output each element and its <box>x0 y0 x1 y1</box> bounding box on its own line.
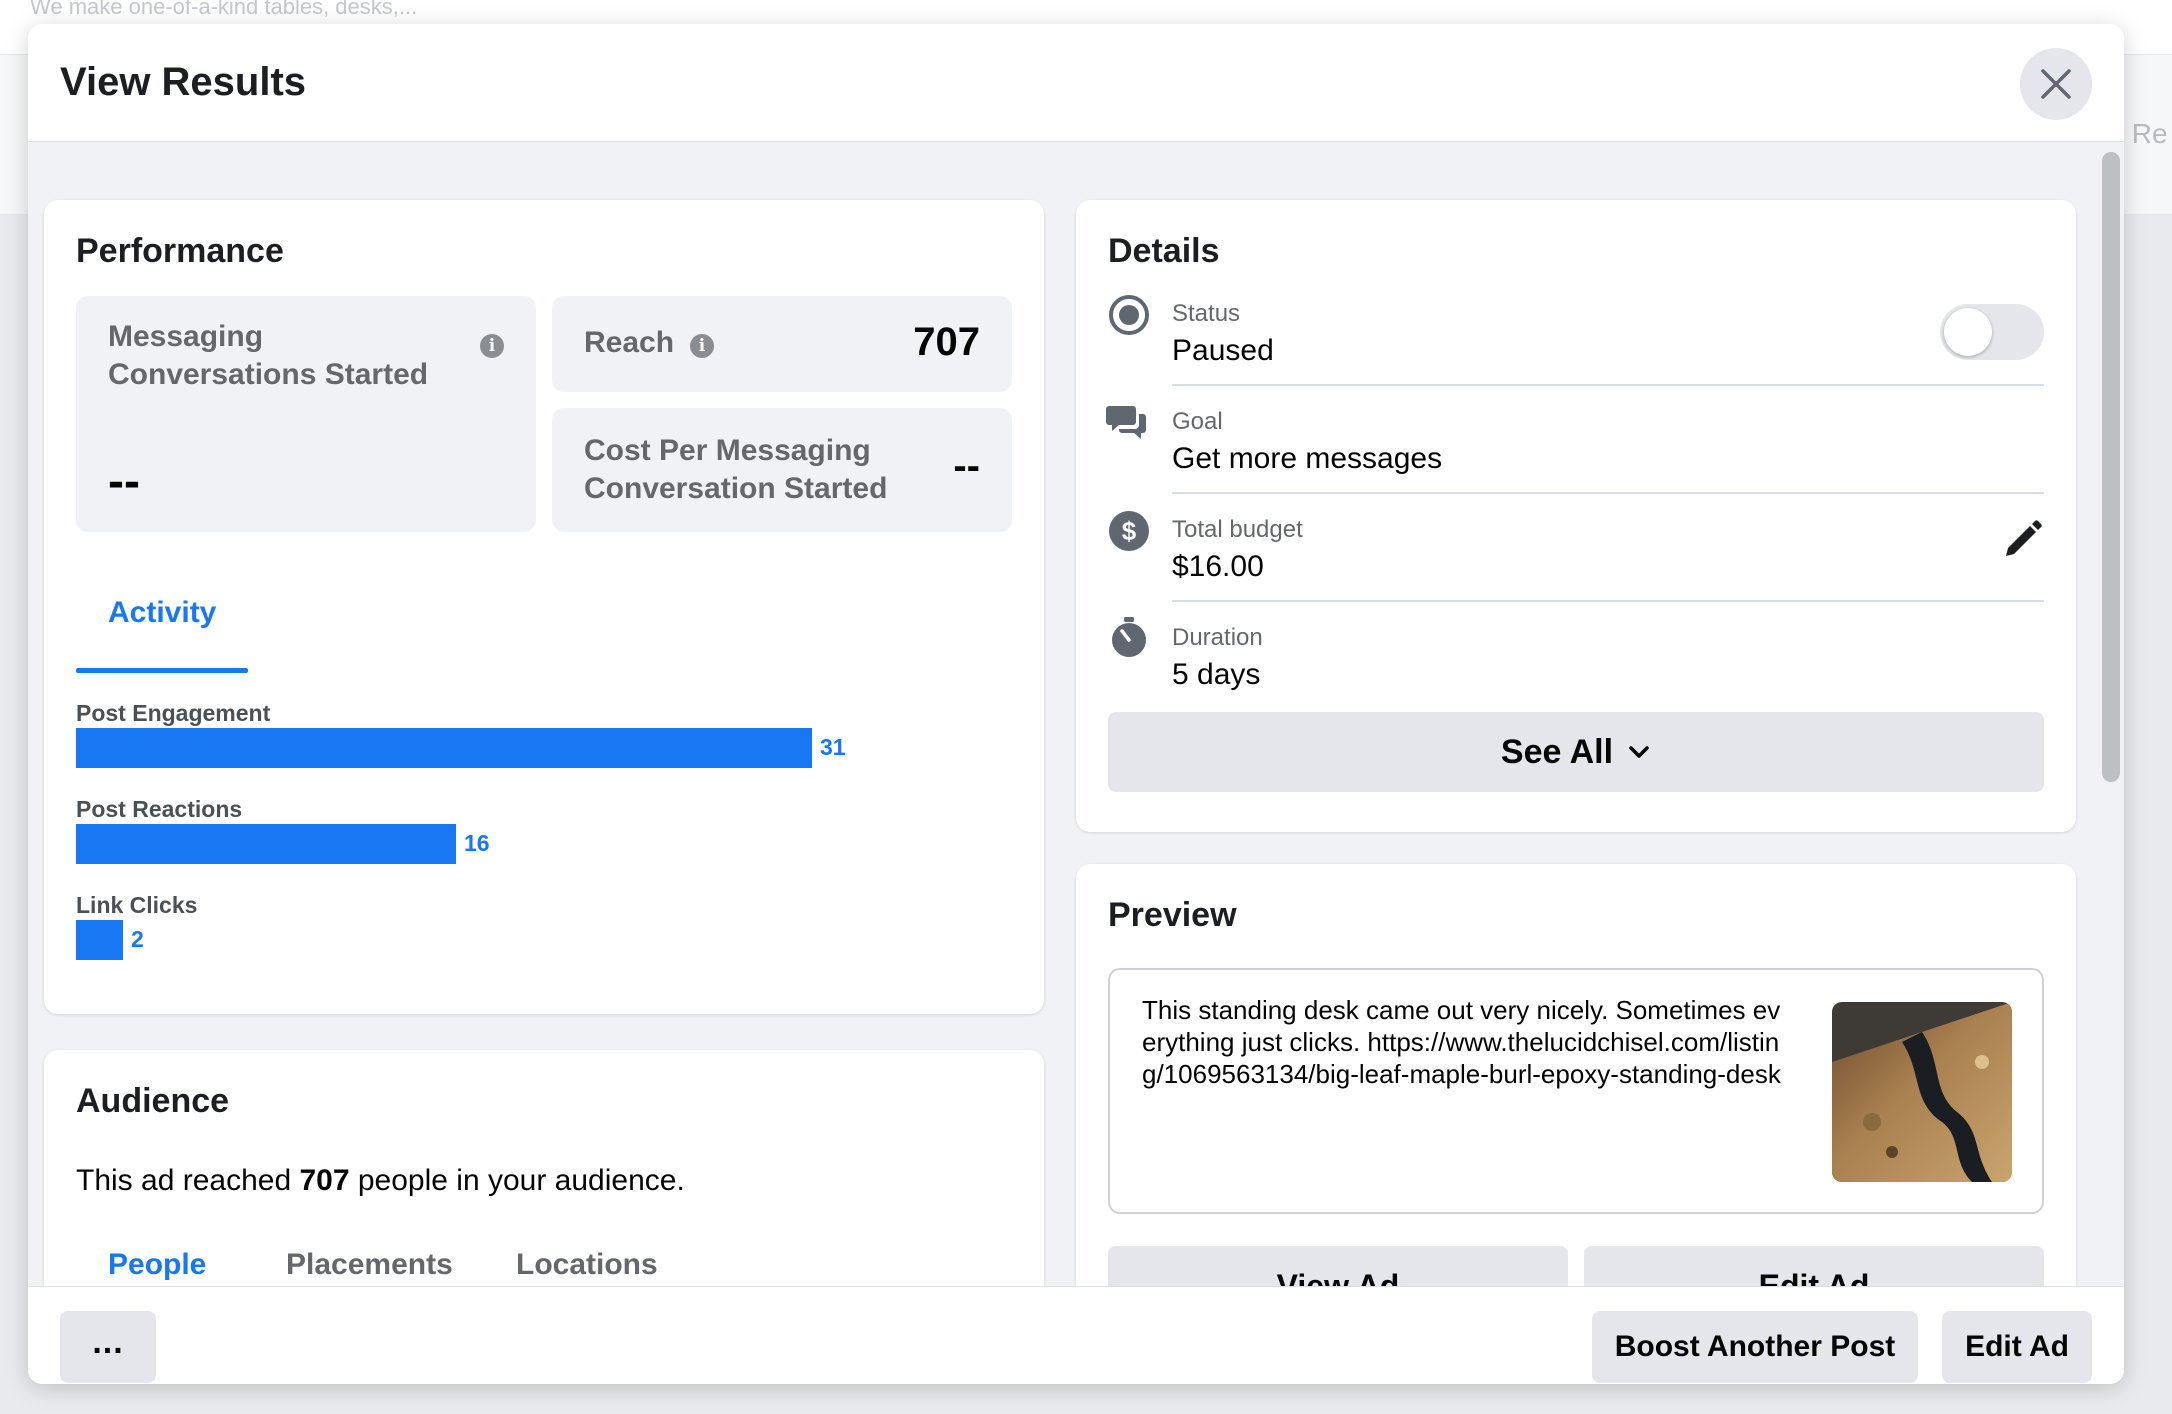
metric-value: -- <box>108 455 140 508</box>
details-card: Details Status Paused Goal Get more mess… <box>1076 200 2076 832</box>
bar-label: Link Clicks <box>76 892 198 918</box>
metric-messaging-conversations: Messaging Conversations Started i -- <box>76 296 536 532</box>
vertical-scrollbar[interactable] <box>2102 152 2120 782</box>
divider <box>1172 600 2044 602</box>
audience-card: Audience This ad reached 707 people in y… <box>44 1050 1044 1286</box>
svg-text:$: $ <box>1122 516 1137 546</box>
bar[interactable] <box>76 728 812 768</box>
dialog-title: View Results <box>60 60 307 104</box>
preview-card: Preview This standing desk came out very… <box>1076 864 2076 1286</box>
duration-value: 5 days <box>1172 658 1261 691</box>
performance-card: Performance Messaging Conversations Star… <box>44 200 1044 1014</box>
budget-value: $16.00 <box>1172 550 1264 583</box>
dialog-header: View Results <box>28 24 2124 142</box>
dollar-icon: $ <box>1109 511 1149 551</box>
bar-value-label: 31 <box>820 734 846 760</box>
metric-label: Reach <box>584 326 675 359</box>
ad-preview-image <box>1832 1002 2012 1182</box>
status-value: Paused <box>1172 334 1274 367</box>
info-icon[interactable]: i <box>480 334 504 358</box>
status-radio-icon <box>1109 295 1149 335</box>
preview-title: Preview <box>1108 896 1237 934</box>
details-title: Details <box>1108 232 1220 270</box>
goal-value: Get more messages <box>1172 442 1443 475</box>
edit-ad-label: Edit Ad <box>1965 1330 2069 1363</box>
status-toggle[interactable] <box>1940 304 2044 360</box>
tab-activity[interactable]: Activity <box>108 596 216 630</box>
view-results-dialog: View Results Performance Messaging Conve… <box>28 24 2124 1384</box>
view-ad-button[interactable]: View Ad <box>1108 1246 1568 1286</box>
status-label: Status <box>1172 300 1241 327</box>
edit-ad-preview-label: Edit Ad <box>1758 1268 1870 1286</box>
boost-another-post-label: Boost Another Post <box>1614 1330 1896 1363</box>
toggle-knob <box>1944 308 1992 356</box>
divider <box>1172 384 2044 386</box>
dialog-footer: ... Boost Another Post Edit Ad <box>28 1286 2124 1384</box>
goal-label: Goal <box>1172 408 1223 435</box>
standing-desk-thumbnail <box>1832 1002 2012 1182</box>
tab-people[interactable]: People <box>108 1248 206 1282</box>
background-page-description: We make one-of-a-kind tables, desks,... <box>30 0 418 19</box>
ad-preview[interactable]: This standing desk came out very nicely.… <box>1108 968 2044 1214</box>
metric-value: -- <box>953 444 980 488</box>
close-button[interactable] <box>2020 48 2092 120</box>
bar[interactable] <box>76 824 456 864</box>
bar-label: Post Engagement <box>76 700 271 726</box>
bar-value-label: 2 <box>131 926 144 952</box>
tab-placements[interactable]: Placements <box>286 1248 453 1282</box>
duration-label: Duration <box>1172 624 1263 651</box>
dialog-scroll-area[interactable]: Performance Messaging Conversations Star… <box>28 142 2124 1286</box>
ad-preview-text: This standing desk came out very nicely.… <box>1142 995 1781 1089</box>
close-icon <box>2041 69 2071 99</box>
bar-label: Post Reactions <box>76 796 243 822</box>
edit-ad-preview-button[interactable]: Edit Ad <box>1584 1246 2044 1286</box>
metric-reach: Reach i 707 <box>552 296 1012 392</box>
audience-suffix: people in your audience. <box>349 1164 685 1197</box>
metric-label: Cost Per Messaging Conversation Started <box>584 434 888 505</box>
audience-title: Audience <box>76 1082 230 1120</box>
audience-reach-count: 707 <box>299 1164 350 1197</box>
boost-another-post-button[interactable]: Boost Another Post <box>1592 1311 1918 1383</box>
chat-bubbles-icon <box>1106 406 1146 439</box>
tab-locations[interactable]: Locations <box>516 1248 658 1282</box>
metric-value: 707 <box>913 320 980 364</box>
edit-pencil-icon[interactable] <box>2002 518 2044 560</box>
divider <box>1172 492 2044 494</box>
metric-cost-per-conversation: Cost Per Messaging Conversation Started … <box>552 408 1012 532</box>
view-ad-label: View Ad <box>1276 1268 1400 1286</box>
info-icon[interactable]: i <box>690 334 714 358</box>
metric-label: Messaging Conversations Started <box>108 320 429 391</box>
chevron-down-icon <box>1629 746 1649 758</box>
see-all-button[interactable]: See All <box>1108 712 2044 792</box>
see-all-label: See All <box>1500 732 1614 771</box>
performance-title: Performance <box>76 232 284 270</box>
budget-label: Total budget <box>1172 516 1303 543</box>
audience-prefix: This ad reached <box>76 1164 300 1197</box>
more-options-button[interactable]: ... <box>60 1311 156 1383</box>
more-options-icon: ... <box>92 1322 124 1361</box>
bar[interactable] <box>76 920 123 960</box>
stopwatch-icon <box>1112 617 1146 657</box>
tab-activity-underline <box>76 668 248 673</box>
edit-ad-button[interactable]: Edit Ad <box>1942 1311 2092 1383</box>
bar-value-label: 16 <box>464 830 490 856</box>
audience-summary: This ad reached 707 people in your audie… <box>76 1164 685 1198</box>
